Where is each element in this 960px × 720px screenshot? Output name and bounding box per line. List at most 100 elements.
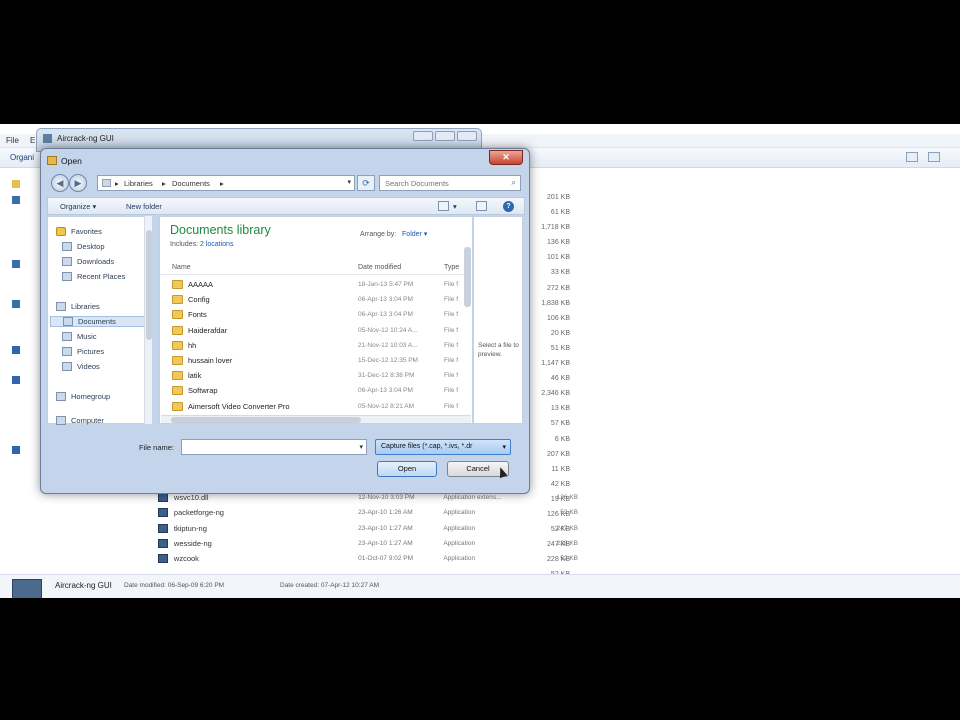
folder-name: hh — [188, 340, 197, 350]
status-file-name: Aircrack-ng GUI — [55, 581, 112, 590]
videos-icon — [62, 362, 72, 371]
column-header-type[interactable]: Type — [444, 264, 459, 271]
preview-pane-icon[interactable] — [928, 152, 940, 162]
nav-recent-label: Recent Places — [77, 272, 126, 281]
help-icon[interactable]: ? — [503, 201, 514, 212]
folder-row[interactable]: Haiderafdar 05-Nov-12 10:24 A... File f — [160, 323, 466, 338]
breadcrumb-libraries[interactable]: Libraries — [124, 179, 153, 188]
star-icon — [56, 227, 66, 236]
search-icon: ⌕ — [511, 178, 516, 187]
column-header-name[interactable]: Name — [172, 264, 191, 271]
new-folder-button[interactable]: New folder — [126, 202, 162, 211]
nav-desktop-label: Desktop — [77, 242, 105, 251]
file-name-dropdown-icon[interactable]: ▾ — [359, 443, 363, 451]
folder-type: File f — [444, 356, 459, 364]
nav-libraries[interactable]: Libraries — [56, 301, 100, 312]
nav-computer[interactable]: Computer — [56, 415, 104, 426]
file-type-filter[interactable]: Capture files (*.cap, *.ivs, *.dr ▾ — [375, 439, 511, 455]
file-name-combobox: ▾ — [181, 439, 367, 455]
open-button[interactable]: Open — [377, 461, 437, 477]
status-date-modified: Date modified: 06-Sep-09 6:20 PM — [124, 582, 225, 589]
search-input[interactable] — [385, 177, 505, 190]
folder-date: 06-Apr-13 3:04 PM — [358, 311, 413, 319]
folder-icon — [172, 386, 183, 396]
minimize-button[interactable] — [413, 131, 433, 141]
nav-music-label: Music — [77, 332, 97, 341]
organize-button[interactable]: Organize ▾ — [60, 202, 96, 211]
back-button[interactable]: ◀ — [51, 174, 69, 192]
folder-name: Softwrap — [188, 386, 218, 396]
explorer-file-size: 52 KB — [560, 555, 578, 563]
explorer-file-date: 23-Apr-10 1:27 AM — [358, 540, 413, 548]
explorer-organize-button[interactable]: Organi — [10, 153, 34, 162]
file-list-hscrollbar[interactable] — [161, 415, 471, 423]
folder-row[interactable]: AAAAA 18-Jan-13 5:47 PM File f — [160, 277, 466, 292]
nav-music[interactable]: Music — [62, 331, 97, 342]
forward-button[interactable]: ▶ — [69, 174, 87, 192]
nav-desktop[interactable]: Desktop — [62, 241, 105, 252]
nav-documents[interactable]: Documents — [50, 316, 146, 327]
folder-type: File f — [444, 296, 459, 304]
menu-file[interactable]: File — [6, 136, 19, 145]
folder-date: 06-Apr-13 3:04 PM — [358, 296, 413, 304]
nav-downloads[interactable]: Downloads — [62, 256, 114, 267]
change-view-icon[interactable] — [438, 201, 449, 211]
explorer-file-type: Application — [443, 540, 476, 548]
close-button[interactable] — [457, 131, 477, 141]
file-list-scrollbar[interactable] — [463, 217, 472, 423]
nav-favorites[interactable]: Favorites — [56, 226, 102, 237]
view-dropdown-icon[interactable]: ▾ — [453, 202, 457, 211]
view-options-icon[interactable] — [906, 152, 918, 162]
arrange-by-dropdown[interactable]: Folder ▾ — [402, 231, 427, 238]
explorer-nav-pane — [0, 170, 40, 570]
includes-link[interactable]: 2 locations — [200, 241, 233, 248]
nav-videos[interactable]: Videos — [62, 361, 100, 372]
hscrollbar-thumb[interactable] — [171, 417, 361, 423]
explorer-file-row[interactable]: tkiptun-ng 23-Apr-10 1:27 AM Application 24… — [158, 521, 578, 536]
folder-row[interactable]: Aimersoft Video Converter Pro 05-Nov-12 8… — [160, 399, 466, 414]
nav-downloads-label: Downloads — [77, 257, 115, 266]
nav-pictures[interactable]: Pictures — [62, 346, 104, 357]
nav-recent-places[interactable]: Recent Places — [62, 271, 125, 282]
folder-name: AAAAA — [188, 280, 214, 289]
menu-edit[interactable]: E — [30, 136, 35, 145]
folder-date: 15-Dec-12 12:35 PM — [358, 356, 418, 364]
folder-row[interactable]: latik 31-Dec-12 8:38 PM File f — [160, 368, 466, 383]
arrange-label: Arrange by: — [360, 231, 397, 238]
folder-row[interactable]: Fonts 06-Apr-13 3:04 PM File f — [160, 307, 466, 322]
folder-date: 18-Jan-13 5:47 PM — [358, 281, 414, 288]
breadcrumb-separator-icon: ▸ — [162, 179, 166, 188]
address-dropdown-icon[interactable]: ▾ — [347, 178, 351, 186]
maximize-button[interactable] — [435, 131, 455, 141]
breadcrumb-documents[interactable]: Documents — [172, 179, 210, 188]
folder-icon — [172, 401, 183, 411]
nav-scrollbar-thumb[interactable] — [146, 230, 152, 340]
file-list-scrollbar-thumb[interactable] — [464, 247, 471, 307]
explorer-file-size: 228 KB — [556, 540, 578, 548]
folder-name: Fonts — [188, 310, 207, 320]
refresh-button[interactable]: ⟳ — [357, 175, 375, 191]
explorer-file-row[interactable]: wesside-ng 23-Apr-10 1:27 AM Application 22… — [158, 536, 578, 551]
nav-homegroup[interactable]: Homegroup — [56, 391, 110, 402]
folder-row[interactable]: Config 06-Apr-13 3:04 PM File f — [160, 292, 466, 307]
preview-pane-icon[interactable] — [476, 201, 487, 211]
dialog-close-button[interactable]: ✕ — [489, 150, 523, 165]
file-type-filter-label: Capture files (*.cap, *.ivs, *.dr — [381, 443, 473, 450]
explorer-file-row[interactable]: packetforge-ng 23-Apr-10 1:26 AM Applicati… — [158, 505, 578, 520]
explorer-file-type: Application — [443, 555, 476, 563]
nav-library-icon — [12, 260, 20, 268]
nav-scrollbar[interactable] — [144, 216, 152, 424]
column-header-date[interactable]: Date modified — [358, 264, 401, 271]
folder-row[interactable]: hussain lover 15-Dec-12 12:35 PM File f — [160, 353, 466, 368]
file-name-input[interactable] — [185, 441, 353, 454]
explorer-file-row[interactable]: wzcook 01-Oct-07 9:02 PM Application 52 KB — [158, 551, 578, 566]
dialog-title: Open — [61, 156, 82, 166]
folder-type: File f — [444, 341, 459, 349]
aircrack-app-icon — [43, 134, 52, 143]
desktop-icon — [62, 242, 72, 251]
folder-row[interactable]: hh 21-Nov-12 10:03 A... File f — [160, 338, 466, 353]
explorer-file-date: 01-Oct-07 9:02 PM — [358, 555, 414, 563]
aircrack-window-title: Aircrack-ng GUI — [57, 134, 114, 143]
folder-row[interactable]: Softwrap 06-Apr-13 3:04 PM File f — [160, 383, 466, 398]
address-bar[interactable]: ▸ Libraries ▸ Documents ▸ ▾ — [97, 175, 355, 191]
